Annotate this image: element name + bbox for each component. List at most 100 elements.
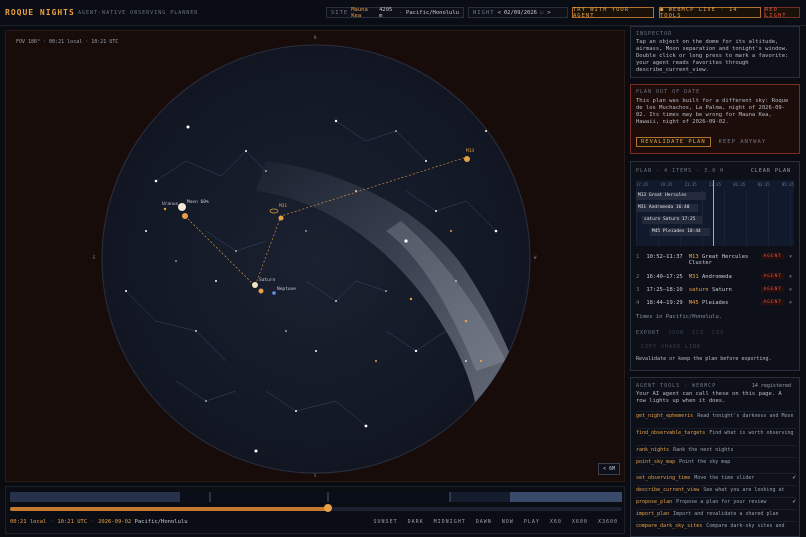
speed-x600-button[interactable]: X600: [572, 519, 588, 525]
tool-name: find_observable_targets: [636, 430, 706, 436]
svg-text:Neptune: Neptune: [277, 286, 296, 292]
revalidate-plan-button[interactable]: REVALIDATE PLAN: [636, 137, 711, 147]
night-darkness-strip[interactable]: [10, 492, 622, 502]
night-prev-button[interactable]: <: [498, 10, 501, 16]
plan-title: PLAN · 4 ITEMS · 3.0 H: [636, 168, 725, 174]
svg-text:M31: M31: [279, 203, 287, 209]
inspector-text: Tap an object on the dome for its altitu…: [636, 39, 789, 73]
site-separator: ·: [398, 9, 404, 16]
plan-item[interactable]: 2 16:40–17:25 M31 Andromeda AGENT ×: [636, 274, 794, 286]
time-sep-2: ·: [90, 519, 95, 525]
tool-desc: Propose a plan for your review: [676, 499, 767, 505]
webmcp-status-badge: ● WEBMCP LIVE · 14 TOOLS: [659, 7, 761, 19]
export-csv-button[interactable]: CSV: [712, 330, 724, 336]
calendar-icon[interactable]: ▭: [540, 10, 544, 16]
agent-tag: AGENT: [761, 300, 784, 305]
time-utc: 10:21 UTC: [57, 519, 88, 525]
compass-east: E: [93, 255, 96, 260]
gantt-bar[interactable]: M13 Great Hercules: [636, 192, 706, 200]
time-slider-handle[interactable]: [324, 504, 332, 512]
plan-item-id: M31: [688, 274, 699, 280]
time-readout: 00:21 local · 10:21 UTC · 2026-09-02 Pac…: [10, 519, 188, 525]
gantt-hour: 19:35: [660, 182, 673, 187]
time-controls: 00:21 local · 10:21 UTC · 2026-09-02 Pac…: [5, 486, 625, 534]
tool-desc: See what you are looking at: [703, 487, 785, 493]
tool-name: describe_current_view: [636, 487, 700, 493]
tool-name: compare_dark_sky_sites: [636, 523, 703, 529]
tool-name: get_night_ephemeris: [636, 413, 694, 419]
remove-item-button[interactable]: ×: [789, 300, 792, 306]
svg-text:Uranus: Uranus: [162, 201, 179, 207]
gantt-bar[interactable]: M31 Andromeda 16:40: [636, 204, 698, 212]
midnight-button[interactable]: MIDNIGHT: [434, 519, 466, 525]
tool-row: import_plan Import and revalidate a shar…: [636, 509, 796, 517]
agent-tag: AGENT: [761, 287, 784, 292]
sunset-button[interactable]: SUNSET: [374, 519, 398, 525]
site-label: SITE: [331, 9, 349, 16]
night-selector: NIGHT < 02/09/2026 ▭ >: [468, 7, 568, 18]
sky-map-frame[interactable]: FOV 186° · 00:21 local · 10:21 UTC N S E…: [5, 30, 625, 482]
play-button[interactable]: PLAY: [524, 519, 540, 525]
plan-item-time: 16:40–17:25: [646, 274, 683, 280]
app-tagline: AGENT-NATIVE OBSERVING PLANNER: [78, 10, 199, 16]
agent-tools-count: 14 registered: [751, 383, 791, 389]
speed-x3600-button[interactable]: X3600: [598, 519, 618, 525]
plan-item[interactable]: 4 18:44–19:29 M45 Pleiades AGENT ×: [636, 300, 794, 312]
magnitude-limit-button[interactable]: < 6M: [597, 463, 620, 475]
top-bar: ROQUE NIGHTS AGENT-NATIVE OBSERVING PLAN…: [0, 0, 806, 26]
compass-west: W: [534, 255, 537, 260]
sidebar: INSPECTOR Tap an object on the dome for …: [630, 26, 800, 537]
export-ics-button[interactable]: ICS: [692, 330, 704, 336]
tool-desc: Point the sky map: [679, 459, 731, 465]
agent-tools-panel: AGENT TOOLS · WEBMCP 14 registered Your …: [630, 377, 800, 537]
remove-item-button[interactable]: ×: [789, 254, 792, 260]
sky-dome[interactable]: N S E W Uranus Moon 60% M13 M31 Saturn N…: [6, 31, 624, 481]
svg-text:Saturn: Saturn: [259, 277, 276, 283]
time-slider-track[interactable]: [10, 507, 622, 511]
tool-name: point_sky_map: [636, 459, 676, 465]
tool-name: rank_nights: [636, 447, 670, 453]
gantt-bar[interactable]: M45 Pleiades 18:44: [650, 228, 710, 236]
plan-item-time: 10:52–11:37: [646, 254, 683, 260]
agent-tools-intro: Your AI agent can call these on this pag…: [636, 391, 782, 404]
site-selector[interactable]: SITE Mauna Kea 4205 m · Pacific/Honolulu: [326, 7, 464, 19]
speed-x60-button[interactable]: X60: [550, 519, 562, 525]
remove-item-button[interactable]: ×: [789, 287, 792, 293]
clear-plan-button[interactable]: CLEAR PLAN: [751, 168, 791, 174]
time-date: 2026-09-02: [98, 519, 132, 525]
night-date-input[interactable]: 02/09/2026: [504, 10, 537, 16]
export-note: Revalidate or keep the plan before expor…: [636, 356, 772, 362]
plan-item-time: 18:44–19:29: [646, 300, 683, 306]
remove-item-button[interactable]: ×: [789, 274, 792, 280]
plan-gantt[interactable]: 17:35 19:35 21:35 23:35 01:35 03:35 05:3…: [636, 180, 794, 246]
night-next-button[interactable]: >: [547, 10, 550, 16]
dawn-button[interactable]: DAWN: [476, 519, 492, 525]
try-agent-button[interactable]: TRY WITH YOUR AGENT: [572, 7, 654, 19]
gantt-bar[interactable]: saturn Saturn 17:25: [642, 216, 702, 224]
dark-button[interactable]: DARK: [408, 519, 424, 525]
export-row: EXPORT JSON ICS CSV: [636, 330, 724, 336]
compass-north: N: [314, 35, 317, 40]
night-label: NIGHT: [473, 9, 495, 16]
gantt-hour: 21:35: [684, 182, 697, 187]
plan-item-index: 3: [636, 287, 641, 293]
plan-item-index: 2: [636, 274, 641, 280]
tool-name: set_observing_time: [636, 475, 691, 481]
time-sep-1: ·: [49, 519, 55, 525]
export-json-button[interactable]: JSON: [668, 330, 684, 336]
time-local: 00:21 local: [10, 519, 47, 525]
agent-tools-title: AGENT TOOLS · WEBMCP: [636, 383, 717, 389]
plan-item[interactable]: 3 17:25–18:10 saturn Saturn AGENT ×: [636, 287, 794, 299]
export-label: EXPORT: [636, 330, 661, 336]
plan-item[interactable]: 1 10:52–11:37 M13 Great Hercules Cluster…: [636, 254, 794, 266]
plan-item-name: Pleiades: [702, 300, 729, 306]
keep-anyway-button[interactable]: KEEP ANYWAY: [719, 139, 766, 145]
plan-item-name: Saturn: [711, 287, 732, 293]
dome-disc: [101, 44, 531, 474]
tool-desc: Find what is worth observing: [709, 430, 794, 436]
plan-timezone-note: Times in Pacific/Honolulu.: [636, 314, 723, 320]
copy-share-link-button[interactable]: COPY SHARE LINK: [641, 344, 701, 350]
tool-row: describe_current_view See what you are l…: [636, 485, 796, 493]
red-light-toggle[interactable]: RED LIGHT: [764, 7, 800, 19]
now-button[interactable]: NOW: [502, 519, 514, 525]
